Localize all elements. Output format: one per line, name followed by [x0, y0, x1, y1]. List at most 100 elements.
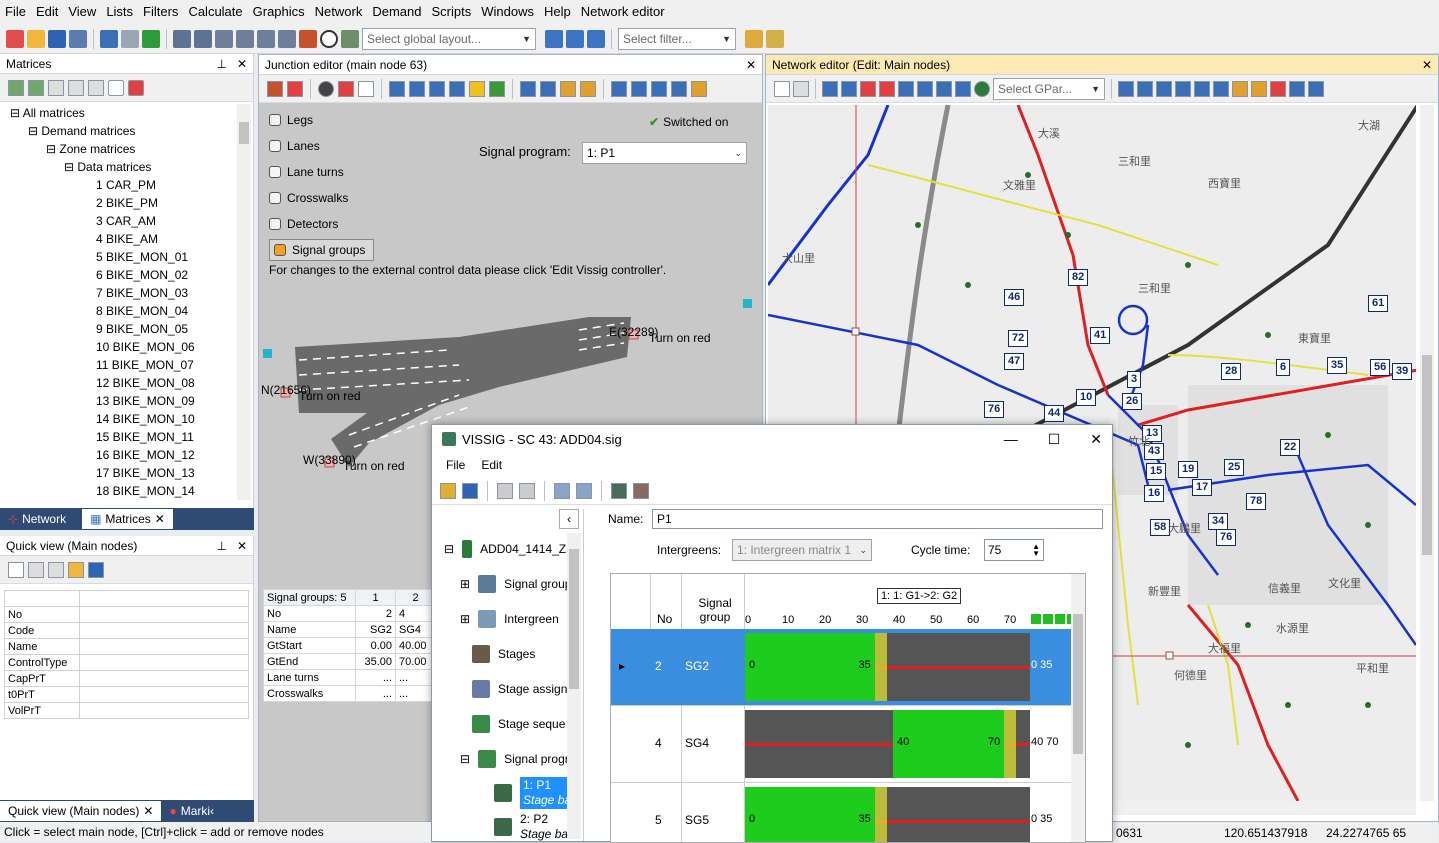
- export-icon[interactable]: [540, 80, 556, 97]
- pencil-icon[interactable]: [560, 80, 576, 97]
- close-icon[interactable]: ✕: [746, 58, 756, 72]
- close-icon[interactable]: ✕: [155, 512, 165, 526]
- global-layout-select[interactable]: Select global layout... ▼: [362, 27, 536, 50]
- layout-icon[interactable]: [545, 29, 563, 48]
- grid-cell[interactable]: 2: [355, 605, 396, 622]
- pointer-icon[interactable]: [917, 80, 933, 97]
- scroll-thumb[interactable]: [569, 549, 579, 689]
- tree-signal-programs[interactable]: ⊟ Signal progr: [444, 741, 583, 776]
- tree-stages[interactable]: Stages: [444, 636, 583, 671]
- home-icon[interactable]: [194, 29, 212, 48]
- fit-icon[interactable]: [1194, 80, 1210, 97]
- node-badge[interactable]: 76: [1216, 529, 1237, 546]
- close-icon[interactable]: ✕: [143, 804, 153, 818]
- quickview-row[interactable]: Name: [4, 638, 249, 655]
- tree-intergreen[interactable]: ⊞ Intergreen: [444, 601, 583, 636]
- menu-filters[interactable]: Filters: [138, 0, 183, 24]
- matrix-item[interactable]: 16 BIKE_MON_12: [10, 446, 253, 464]
- matrix-item[interactable]: 17 BIKE_MON_13: [10, 464, 253, 482]
- tree-root[interactable]: ⊟ All matrices: [10, 104, 253, 122]
- green-band[interactable]: [745, 787, 875, 842]
- scroll-thumb[interactable]: [1073, 614, 1083, 754]
- tree-demand[interactable]: ⊟ Demand matrices: [10, 122, 253, 140]
- scroll-thumb[interactable]: [239, 122, 249, 144]
- node-badge[interactable]: 19: [1178, 461, 1199, 478]
- matrix-item[interactable]: 5 BIKE_MON_01: [10, 248, 253, 266]
- check-crosswalks[interactable]: Crosswalks: [269, 187, 762, 209]
- name-input[interactable]: P1: [652, 509, 1103, 529]
- matrix-item[interactable]: 6 BIKE_MON_02: [10, 266, 253, 284]
- signal-group-row[interactable]: ▸ 2 SG2 0 35 0 35: [611, 629, 1073, 706]
- stop-icon[interactable]: [338, 80, 354, 97]
- grid-cell[interactable]: ...: [355, 669, 396, 686]
- grid-cell[interactable]: 4: [395, 605, 436, 622]
- open-icon[interactable]: [440, 482, 456, 499]
- quickview-row[interactable]: VolPrT: [4, 702, 249, 719]
- vissig-icon[interactable]: [520, 80, 536, 97]
- intergreens-select[interactable]: 1: Intergreen matrix 1 ⌄: [732, 539, 872, 561]
- layout-rows-icon[interactable]: [566, 29, 584, 48]
- map-vscroll[interactable]: [1420, 105, 1434, 801]
- node-badge[interactable]: 72: [1008, 330, 1029, 347]
- pan-icon[interactable]: [1213, 80, 1229, 97]
- menu-network[interactable]: Network: [310, 0, 368, 24]
- zoom-icon[interactable]: [1118, 80, 1134, 97]
- turns-icon[interactable]: [409, 80, 425, 97]
- quickview-row[interactable]: No: [4, 606, 249, 623]
- pan-icon[interactable]: [671, 80, 687, 97]
- tree-stage-sequence[interactable]: Stage seque: [444, 706, 583, 741]
- save-icon[interactable]: [462, 482, 478, 499]
- globe-icon[interactable]: [974, 80, 990, 97]
- tab-network[interactable]: ⊹ Network: [0, 509, 74, 529]
- menu-scripts[interactable]: Scripts: [427, 0, 477, 24]
- new-icon[interactable]: [6, 29, 24, 48]
- node-badge[interactable]: 17: [1192, 479, 1213, 496]
- check-detectors[interactable]: Detectors: [269, 213, 762, 235]
- check-lane-turns[interactable]: Lane turns: [269, 161, 762, 183]
- node-badge[interactable]: 44: [1044, 405, 1065, 422]
- list-icon[interactable]: [215, 29, 233, 48]
- node-badge[interactable]: 47: [1004, 353, 1025, 370]
- junction-icon[interactable]: [299, 29, 317, 48]
- warning-icon[interactable]: [469, 80, 485, 97]
- layers-icon[interactable]: [860, 80, 876, 97]
- filter-save-icon[interactable]: [766, 29, 784, 48]
- close-icon[interactable]: ✕: [1422, 58, 1432, 72]
- close-icon[interactable]: ✕: [237, 539, 247, 553]
- menu-view[interactable]: View: [63, 0, 101, 24]
- measure-icon[interactable]: [1232, 80, 1248, 97]
- maximize-icon[interactable]: ☐: [1048, 431, 1061, 448]
- quickview-save-icon[interactable]: [88, 561, 104, 578]
- tree-program-p2[interactable]: 2: P2 Stage ba: [444, 810, 583, 841]
- matrix-item[interactable]: 8 BIKE_MON_04: [10, 302, 253, 320]
- matrix-item[interactable]: 3 CAR_AM: [10, 212, 253, 230]
- matrix-item[interactable]: 14 BIKE_MON_10: [10, 410, 253, 428]
- gpar-select[interactable]: Select GPar... ▼: [993, 77, 1105, 100]
- grid-icon[interactable]: [278, 29, 296, 48]
- node-badge[interactable]: 10: [1076, 389, 1097, 406]
- fit-icon[interactable]: [651, 80, 667, 97]
- matrix-item[interactable]: 9 BIKE_MON_05: [10, 320, 253, 338]
- grid-cell[interactable]: 40.00: [395, 637, 436, 654]
- save-icon[interactable]: [48, 29, 66, 48]
- save-all-icon[interactable]: [69, 29, 87, 48]
- tree-data[interactable]: ⊟ Data matrices: [10, 158, 253, 176]
- filter-list-icon[interactable]: [236, 29, 254, 48]
- redo-icon[interactable]: [519, 482, 535, 499]
- menu-edit[interactable]: Edit: [31, 0, 63, 24]
- matrix-item[interactable]: 10 BIKE_MON_06: [10, 338, 253, 356]
- menu-windows[interactable]: Windows: [476, 0, 539, 24]
- node-badge[interactable]: 3: [1127, 371, 1142, 388]
- list-icon[interactable]: [841, 80, 857, 97]
- quickview-select-icon[interactable]: [8, 561, 24, 578]
- search-icon[interactable]: [1308, 80, 1324, 97]
- filter-select[interactable]: Select filter... ▼: [618, 27, 736, 50]
- close-icon[interactable]: ✕: [1090, 431, 1102, 448]
- scroll-thumb[interactable]: [1422, 355, 1432, 555]
- tree-controller[interactable]: ⊟ ADD04_1414_Z: [444, 531, 583, 566]
- collapse-panel-button[interactable]: ‹: [559, 509, 579, 529]
- matrices-scrollbar[interactable]: [237, 104, 251, 500]
- tree-zone[interactable]: ⊟ Zone matrices: [10, 140, 253, 158]
- node-badge[interactable]: 82: [1068, 269, 1089, 286]
- matrix-delete-icon[interactable]: [88, 79, 104, 96]
